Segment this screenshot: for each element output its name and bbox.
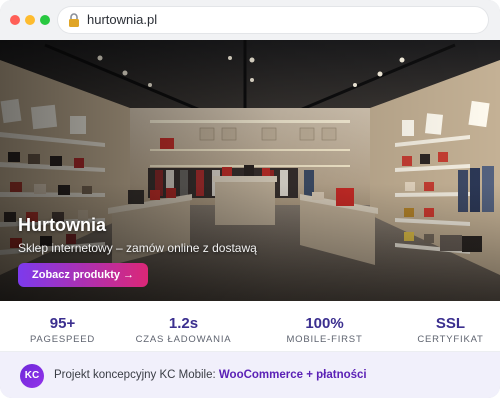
project-footer: KC Projekt koncepcyjny KC Mobile: WooCom… bbox=[0, 352, 500, 398]
footer-description: Projekt koncepcyjny KC Mobile: bbox=[54, 369, 219, 381]
stat-ssl: SSL CERTYFIKAT bbox=[388, 301, 500, 345]
stat-value: SSL bbox=[435, 315, 466, 332]
maximize-window-button[interactable] bbox=[40, 15, 50, 25]
footer-highlight: WooCommerce + płatności bbox=[218, 369, 367, 381]
stat-label: CERTYFIKAT bbox=[417, 334, 484, 345]
browser-window: hurtownia.pl Hurtownia Sklep internetowy… bbox=[0, 0, 500, 398]
minimize-window-button[interactable] bbox=[25, 15, 35, 25]
close-window-button[interactable] bbox=[10, 15, 20, 25]
stat-mobile-first: 100% MOBILE-FIRST bbox=[262, 301, 387, 345]
view-products-button[interactable]: Zobacz produkty → bbox=[18, 263, 149, 287]
stat-label: CZAS ŁADOWANIA bbox=[135, 334, 232, 345]
footer-text: Projekt koncepcyjny KC Mobile: WooCommer… bbox=[54, 369, 367, 381]
hero-title: Hurtownia bbox=[18, 215, 106, 235]
stat-label: PAGESPEED bbox=[29, 334, 96, 345]
address-bar[interactable]: hurtownia.pl bbox=[58, 7, 488, 33]
hero-banner: Hurtownia Sklep internetowy – zamów onli… bbox=[0, 40, 500, 301]
stats-bar: 95+ PAGESPEED 1.2s CZAS ŁADOWANIA 100% M… bbox=[0, 301, 500, 352]
kc-avatar: KC bbox=[20, 364, 44, 388]
stat-pagespeed: 95+ PAGESPEED bbox=[0, 301, 125, 345]
stat-value: 95+ bbox=[49, 315, 76, 332]
hero-subtitle: Sklep internetowy – zamów online z dosta… bbox=[18, 241, 257, 255]
stat-label: MOBILE-FIRST bbox=[286, 334, 363, 345]
stat-load-time: 1.2s CZAS ŁADOWANIA bbox=[121, 301, 246, 345]
stat-value: 100% bbox=[305, 315, 344, 332]
lock-icon bbox=[69, 13, 79, 27]
store-interior-image bbox=[0, 40, 500, 301]
stat-value: 1.2s bbox=[168, 315, 199, 332]
browser-titlebar: hurtownia.pl bbox=[0, 0, 500, 40]
address-text: hurtownia.pl bbox=[87, 12, 158, 27]
